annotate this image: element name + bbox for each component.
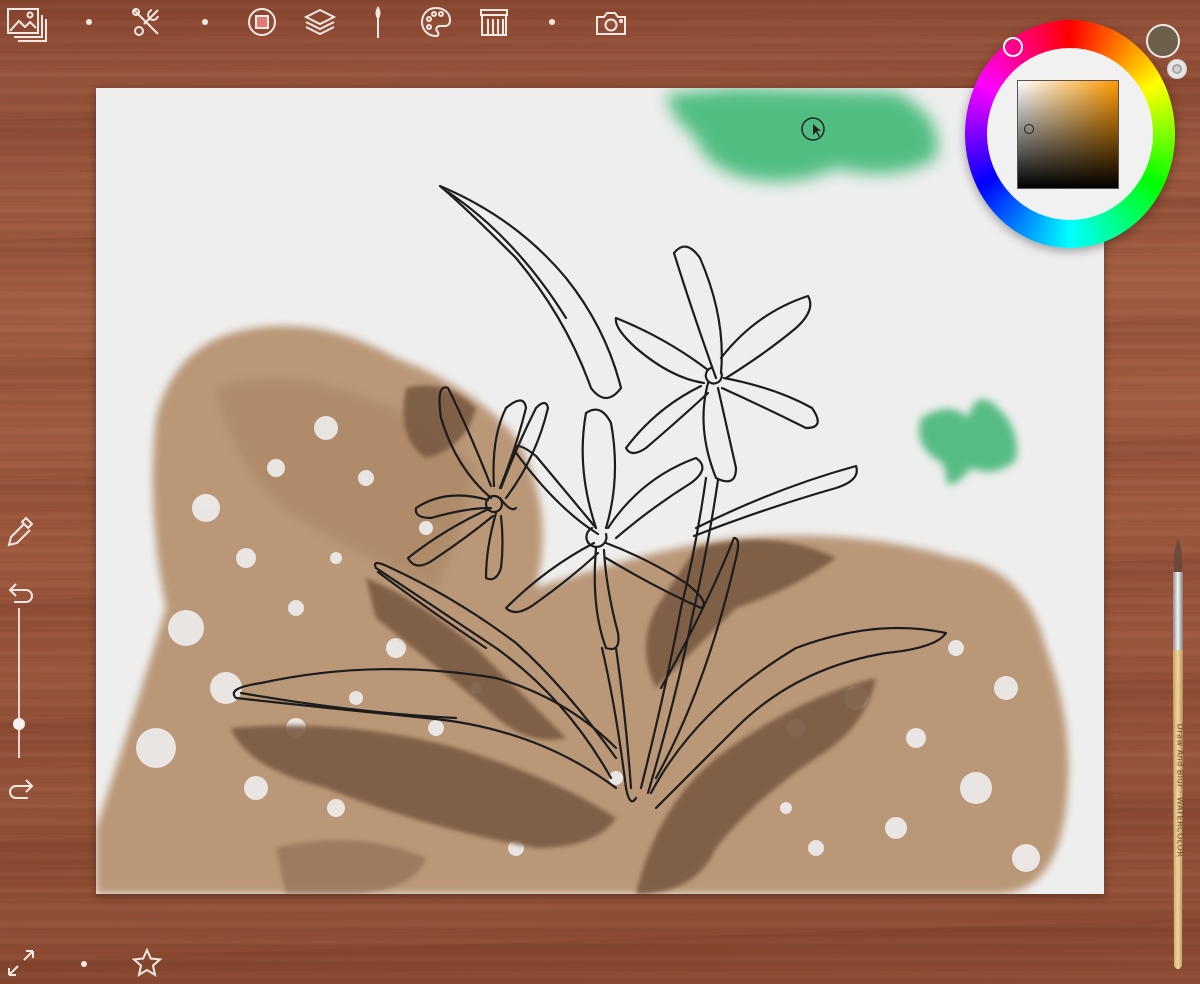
hue-cursor[interactable] [1003, 37, 1023, 57]
separator-dot [86, 19, 92, 25]
separator-dot [202, 19, 208, 25]
camera-icon[interactable] [595, 10, 627, 36]
wrench-scissors-icon[interactable] [130, 6, 162, 38]
color-wheel[interactable] [965, 20, 1175, 248]
brushes-box-icon[interactable] [479, 7, 509, 37]
sv-cursor[interactable] [1024, 124, 1034, 134]
drawing-canvas[interactable] [96, 88, 1104, 894]
undo-icon[interactable] [6, 580, 36, 606]
slider-thumb[interactable] [13, 718, 25, 731]
palette-icon[interactable] [420, 6, 452, 38]
fullscreen-icon[interactable] [6, 948, 36, 978]
frame-icon[interactable] [247, 7, 277, 37]
paintbrush-label: Draw And Blur · WATERCOLOR [1175, 723, 1185, 858]
current-color-swatch[interactable] [1146, 24, 1180, 58]
saturation-value-square[interactable] [1017, 80, 1119, 189]
color-history-button[interactable] [1167, 59, 1187, 79]
layers-icon[interactable] [304, 8, 336, 36]
redo-icon[interactable] [6, 776, 36, 802]
gallery-icon[interactable] [6, 6, 48, 42]
brush-icon[interactable] [372, 6, 384, 40]
separator-dot [549, 19, 555, 25]
paintbrush-tool[interactable]: Draw And Blur · WATERCOLOR [1163, 536, 1193, 972]
slider-track [18, 608, 20, 758]
eyedropper-icon[interactable] [6, 516, 34, 548]
favorite-star-icon[interactable] [132, 948, 162, 978]
brush-size-slider[interactable] [13, 608, 25, 758]
separator-dot [81, 961, 87, 967]
